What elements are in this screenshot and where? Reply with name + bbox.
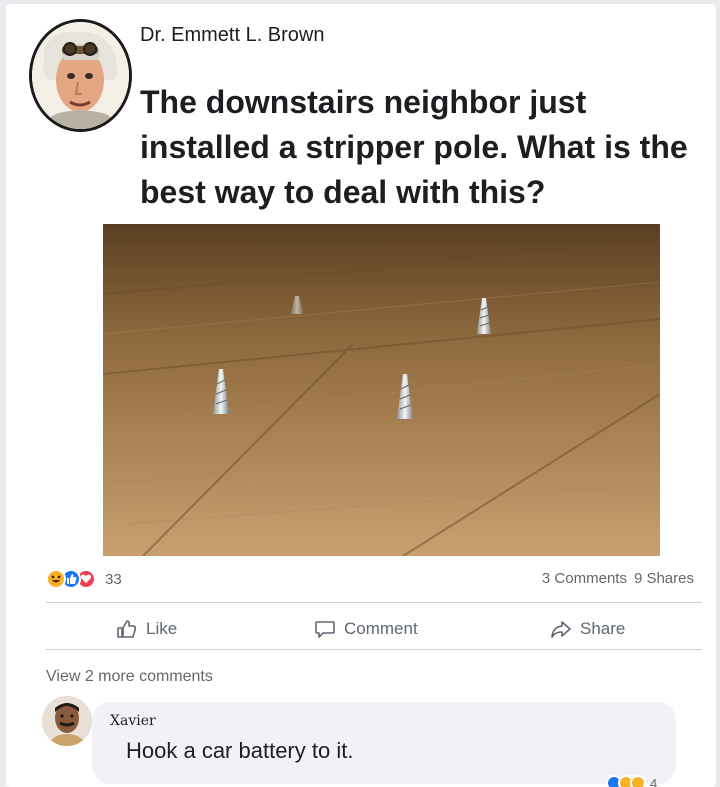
post-image[interactable] bbox=[103, 224, 660, 556]
divider bbox=[46, 649, 702, 650]
thumbs-up-icon bbox=[117, 620, 137, 638]
comment-button[interactable]: Comment bbox=[314, 618, 418, 640]
post-card: Dr. Emmett L. Brown The downstairs neigh… bbox=[6, 4, 716, 787]
comment-reaction-summary[interactable]: 4 bbox=[606, 775, 657, 787]
reaction-summary[interactable]: 33 bbox=[46, 568, 122, 590]
author-avatar[interactable] bbox=[29, 19, 132, 132]
like-label: Like bbox=[146, 619, 178, 638]
comment-label: Comment bbox=[344, 619, 418, 638]
shares-count-link[interactable]: 9 Shares bbox=[634, 570, 694, 587]
like-button[interactable]: Like bbox=[116, 618, 177, 640]
commenter-name[interactable]: Xavier bbox=[110, 713, 156, 729]
comment-bubble: Xavier Hook a car battery to it. bbox=[92, 702, 676, 784]
comment-text: Hook a car battery to it. bbox=[126, 738, 354, 763]
comments-count-link[interactable]: 3 Comments bbox=[542, 570, 627, 587]
reaction-count: 33 bbox=[105, 570, 122, 588]
comment-icon bbox=[315, 621, 335, 638]
share-label: Share bbox=[580, 619, 626, 638]
comment-reaction-count: 4 bbox=[650, 775, 658, 787]
divider bbox=[46, 602, 702, 603]
view-more-comments-link[interactable]: View 2 more comments bbox=[46, 668, 213, 686]
share-button[interactable]: Share bbox=[550, 618, 625, 640]
commenter-avatar[interactable] bbox=[42, 696, 92, 746]
share-icon bbox=[551, 621, 571, 638]
post-stats: 3 Comments 9 Shares bbox=[542, 570, 694, 587]
haha-reaction-icon bbox=[46, 569, 66, 589]
post-text: The downstairs neighbor just installed a… bbox=[140, 84, 688, 210]
author-name[interactable]: Dr. Emmett L. Brown bbox=[140, 24, 325, 47]
wow-reaction-icon bbox=[630, 775, 646, 787]
